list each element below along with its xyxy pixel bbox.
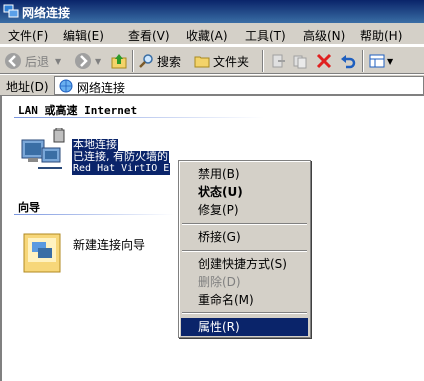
menu-advanced[interactable]: 高级(N) — [303, 27, 345, 44]
copy-to-button[interactable] — [292, 50, 308, 72]
menu-separator — [182, 250, 307, 252]
title-bar[interactable]: 网络连接 — [0, 0, 424, 23]
move-to-button[interactable] — [270, 50, 286, 72]
address-value: 网络连接 — [77, 81, 126, 95]
folders-label: 文件夹 — [213, 54, 250, 69]
group-header-lan: LAN 或高速 Internet — [18, 104, 138, 117]
menu-view[interactable]: 查看(V) — [128, 27, 170, 44]
context-menu: 禁用(B) 状态(U) 修复(P) 桥接(G) 创建快捷方式(S) 删除(D) … — [178, 160, 311, 338]
search-icon — [139, 54, 153, 68]
menu-separator — [182, 312, 307, 314]
menu-separator — [182, 223, 307, 225]
search-button[interactable]: 搜索 — [138, 50, 181, 72]
window-title: 网络连接 — [22, 6, 71, 20]
menu-tools[interactable]: 工具(T) — [245, 27, 286, 44]
menu-help[interactable]: 帮助(H) — [360, 27, 402, 44]
menu-status[interactable]: 状态(U) — [181, 183, 308, 201]
menu-rename[interactable]: 重命名(M) — [181, 291, 308, 309]
forward-button[interactable]: ▼ — [74, 50, 101, 72]
address-bar: 地址(D) 网络连接 — [0, 74, 424, 96]
up-folder-button[interactable] — [110, 50, 128, 72]
group-divider — [14, 214, 174, 215]
chevron-down-icon: ▼ — [55, 56, 62, 66]
back-label: 后退 — [25, 54, 50, 69]
up-folder-icon — [111, 54, 127, 69]
back-arrow-icon — [5, 53, 21, 69]
address-label: 地址(D) — [6, 80, 49, 94]
group-header-wizard: 向导 — [18, 201, 40, 214]
menu-file[interactable]: 文件(F) — [8, 27, 48, 44]
menu-create-shortcut[interactable]: 创建快捷方式(S) — [181, 255, 308, 273]
undo-button[interactable] — [340, 50, 356, 72]
search-label: 搜索 — [157, 54, 182, 69]
copy-to-icon — [293, 55, 307, 69]
toolbar: 后退 ▼ ▼ 搜索 文件夹 ▼ — [0, 46, 424, 74]
menu-delete[interactable]: 删除(D) — [181, 273, 308, 291]
group-divider — [14, 117, 264, 118]
menu-edit[interactable]: 编辑(E) — [63, 27, 104, 44]
connection-status: 已连接, 有防火墙的 — [72, 150, 169, 163]
back-button[interactable]: 后退 ▼ — [4, 50, 61, 72]
chevron-down-icon: ▼ — [387, 56, 394, 66]
network-connections-icon — [3, 4, 19, 18]
menu-properties[interactable]: 属性(R) — [181, 318, 308, 336]
menu-bar: 文件(F) 编辑(E) 查看(V) 收藏(A) 工具(T) 高级(N) 帮助(H… — [0, 23, 424, 45]
move-to-icon — [272, 54, 285, 68]
menu-bridge[interactable]: 桥接(G) — [181, 228, 308, 246]
delete-x-icon — [316, 53, 332, 69]
delete-button[interactable] — [316, 50, 332, 72]
chevron-down-icon: ▼ — [95, 56, 102, 66]
folder-icon — [194, 56, 210, 68]
menu-repair[interactable]: 修复(P) — [181, 201, 308, 219]
undo-icon — [341, 55, 356, 69]
menu-favorites[interactable]: 收藏(A) — [186, 27, 228, 44]
views-grid-icon — [369, 54, 385, 68]
views-button[interactable]: ▼ — [369, 50, 393, 72]
connection-device: Red Hat VirtIO E — [72, 163, 171, 175]
wizard-label[interactable]: 新建连接向导 — [73, 236, 145, 253]
network-globe-icon — [59, 79, 73, 93]
menu-disable[interactable]: 禁用(B) — [181, 165, 308, 183]
folders-button[interactable]: 文件夹 — [194, 50, 249, 72]
forward-arrow-icon — [75, 53, 91, 69]
new-connection-wizard-icon[interactable] — [22, 230, 64, 276]
lan-connection-icon[interactable] — [18, 128, 66, 176]
address-input[interactable]: 网络连接 — [54, 76, 424, 95]
